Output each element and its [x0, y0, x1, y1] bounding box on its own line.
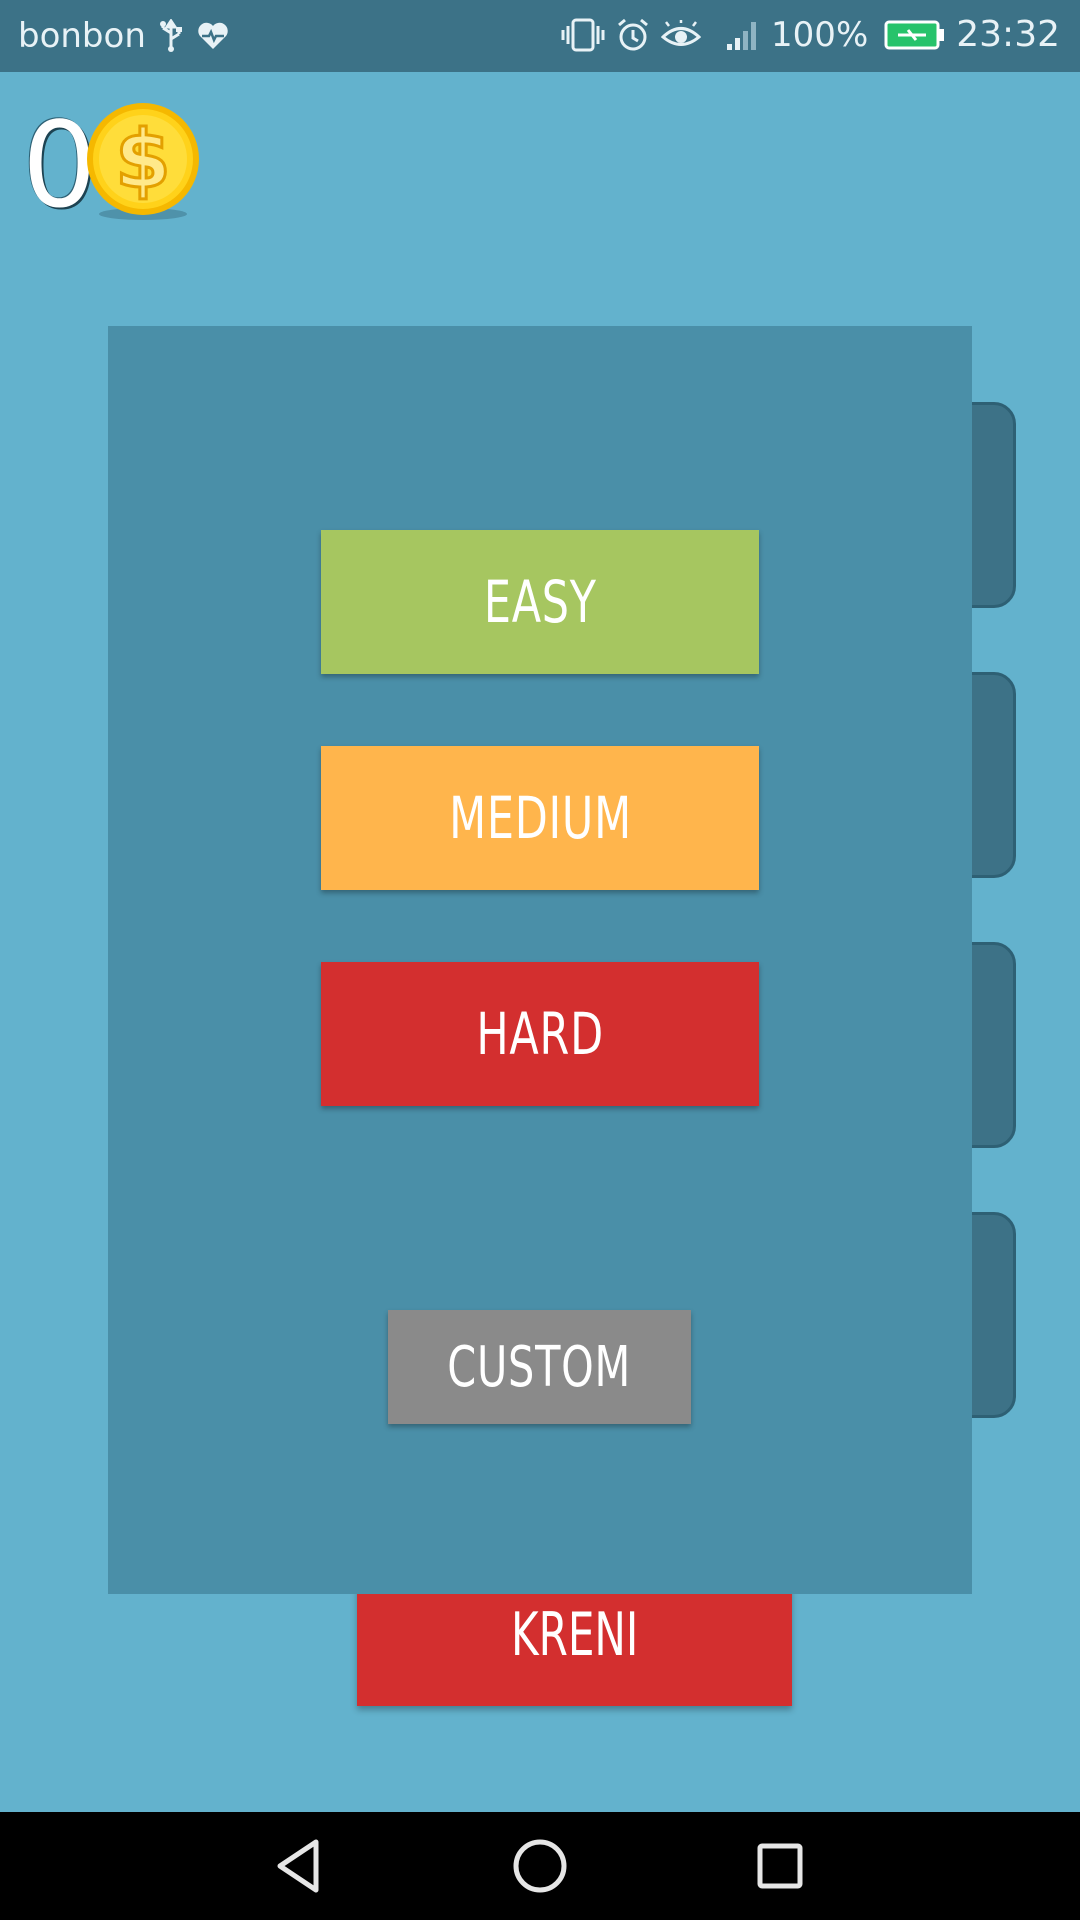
back-icon[interactable] — [268, 1834, 332, 1898]
health-icon — [196, 21, 230, 51]
custom-button[interactable]: CUSTOM — [388, 1310, 691, 1424]
easy-button[interactable]: EASY — [321, 530, 759, 674]
clock: 23:32 — [956, 14, 1060, 55]
start-button-label: KRENI — [510, 1600, 639, 1670]
svg-text:$: $ — [115, 113, 171, 206]
home-icon[interactable] — [508, 1834, 572, 1898]
hard-button-label: HARD — [476, 1000, 604, 1068]
alarm-icon — [615, 17, 651, 53]
vibrate-icon — [561, 18, 605, 52]
custom-button-label: CUSTOM — [447, 1334, 632, 1400]
signal-icon — [725, 18, 761, 52]
status-bar: bonbon 100% 23:32 — [0, 0, 1080, 72]
usb-icon — [158, 19, 184, 53]
medium-button[interactable]: MEDIUM — [321, 746, 759, 890]
coin-count: 0 — [22, 96, 98, 234]
eye-icon — [661, 19, 702, 50]
recents-icon[interactable] — [748, 1834, 812, 1898]
battery-charging-icon — [884, 20, 946, 50]
difficulty-dialog: EASY MEDIUM HARD CUSTOM — [108, 326, 972, 1594]
dollar-coin-icon: $ — [84, 102, 202, 224]
medium-button-label: MEDIUM — [448, 784, 632, 852]
hard-button[interactable]: HARD — [321, 962, 759, 1106]
carrier-name: bonbon — [18, 16, 146, 56]
easy-button-label: EASY — [483, 568, 597, 636]
battery-percent: 100% — [771, 14, 869, 55]
navigation-bar — [0, 1812, 1080, 1920]
